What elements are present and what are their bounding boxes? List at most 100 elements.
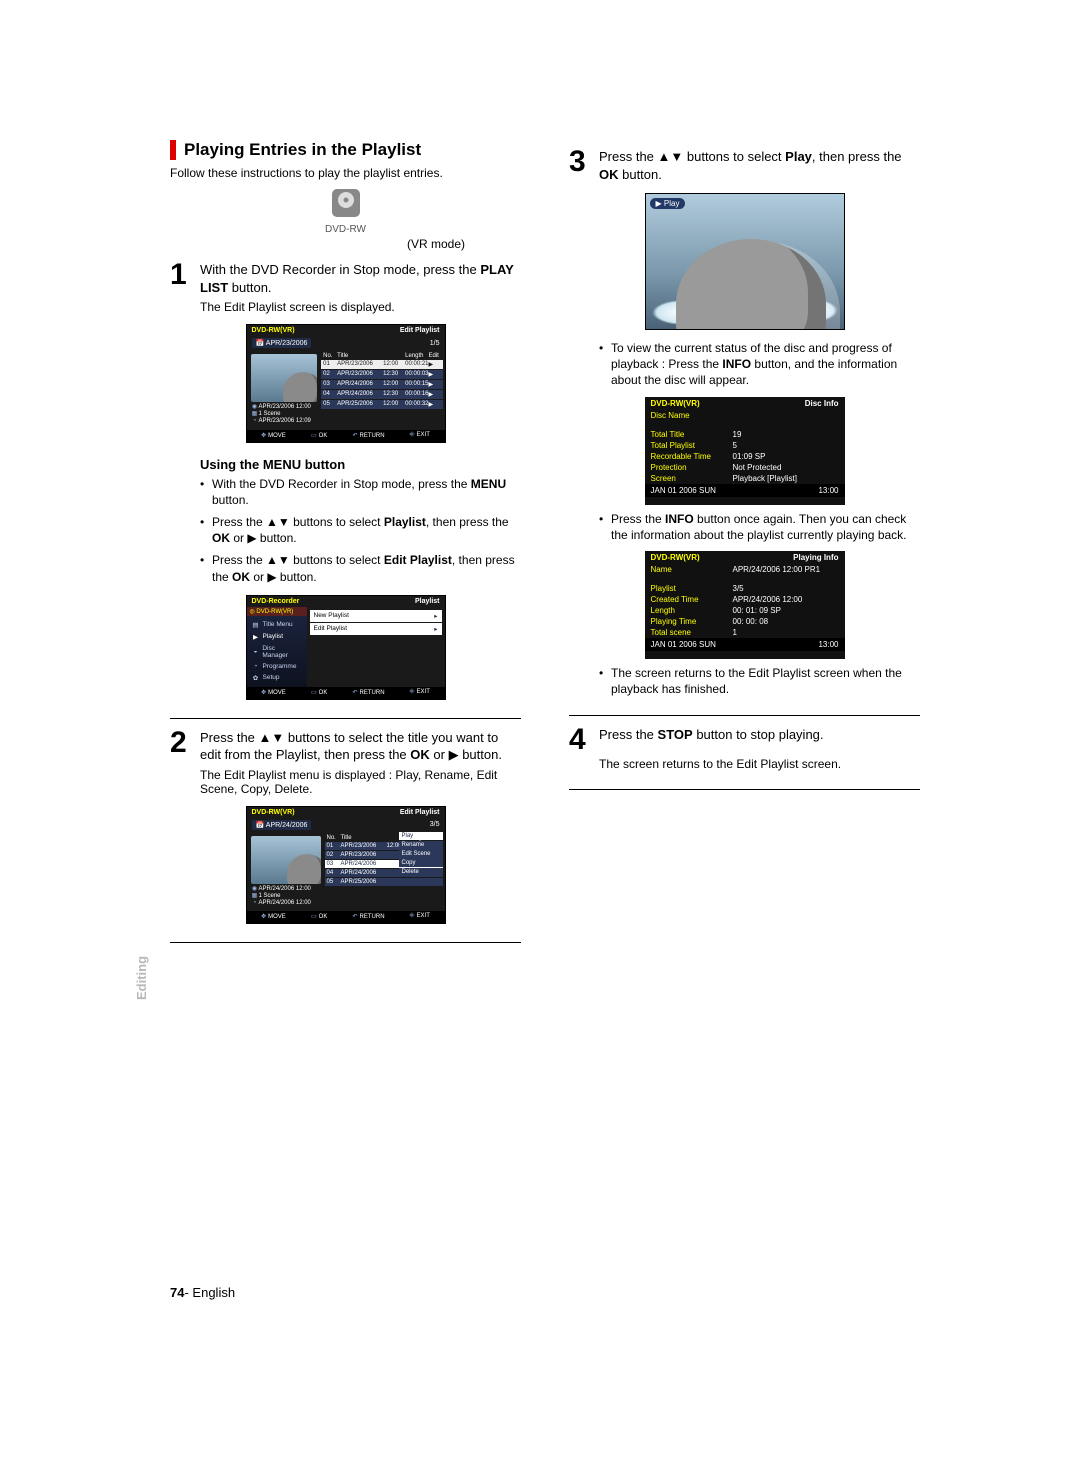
di-k: Total Title: [651, 430, 733, 439]
move-icon: ✥: [261, 433, 266, 439]
th-title: Title: [337, 353, 383, 359]
playing-info-panel: DVD-RW(VR)Playing Info NameAPR/24/2006 1…: [645, 551, 845, 659]
divider: [170, 718, 521, 719]
pi-v: APR/24/2006 12:00: [733, 595, 839, 604]
t: OK: [599, 167, 619, 182]
step-2-sub: The Edit Playlist menu is displayed : Pl…: [200, 768, 521, 796]
playlist-icon: ▶: [252, 633, 260, 641]
step-4: 4 Press the STOP button to stop playing.: [569, 726, 920, 753]
up-down-icon: ▲▼: [266, 515, 290, 529]
calendar-icon: 📅: [256, 340, 265, 347]
pi-v: APR/24/2006 12:00 PR1: [733, 565, 839, 574]
pi-k: Total scene: [651, 628, 733, 637]
ftr-exit: EXIT: [417, 689, 430, 695]
left-column: Playing Entries in the Playlist Follow t…: [170, 140, 521, 953]
t: button.: [619, 167, 662, 182]
page-lang: English: [192, 1285, 235, 1300]
menu-item: Setup: [263, 674, 280, 681]
ctx-item: Delete: [399, 868, 443, 876]
disc-info-panel: DVD-RW(VR)Disc Info Disc Name Total Titl…: [645, 397, 845, 505]
step3-bullet-1: To view the current status of the disc a…: [599, 340, 920, 389]
menu-item: Title Menu: [263, 621, 293, 628]
t: Press the: [599, 727, 658, 742]
return-icon: ↶: [353, 433, 358, 439]
play-icon: ▶: [267, 570, 276, 584]
programme-icon: ◔: [252, 663, 260, 670]
pop-row: Edit Playlist▸: [310, 623, 442, 635]
osd-title: DVD-RW(VR): [252, 327, 295, 334]
pop-row: New Playlist▸: [310, 610, 442, 622]
ftr-return: RETURN: [360, 433, 385, 439]
edit-playlist-ctx-shot: DVD-RW(VR)Edit Playlist 📅 APR/24/20063/5…: [246, 806, 446, 925]
disc-rw-label: DVD-RW: [170, 224, 521, 235]
t: button to stop playing.: [693, 727, 824, 742]
thumbnail-image: [251, 354, 318, 402]
di-k: Recordable Time: [651, 452, 733, 461]
t: button.: [459, 747, 502, 762]
ok-icon: ▭: [311, 433, 317, 439]
play-icon: ▶: [247, 531, 256, 545]
osd-counter: 1/5: [430, 340, 440, 347]
pi-k: Name: [651, 565, 733, 574]
t: Press the: [200, 730, 259, 745]
step-1-text-c: button.: [228, 280, 271, 295]
disc-rw-icon: DVD-RW: [170, 188, 521, 235]
di-v: [733, 411, 839, 420]
ftr: EXIT: [417, 913, 430, 919]
right-column: 3 Press the ▲▼ buttons to select Play, t…: [569, 140, 920, 953]
list-row: 01APR/23/200612:0000:00:21▶: [321, 360, 442, 369]
list-row: 05APR/25/200612:0000:00:32▶: [321, 400, 442, 409]
di-v: Not Protected: [733, 463, 839, 472]
list-row: 03APR/24/200612:0000:00:15▶: [321, 380, 442, 389]
edit-playlist-shot: DVD-RW(VR)Edit Playlist 📅 APR/23/20061/5…: [246, 324, 446, 443]
up-down-icon: ▲▼: [259, 730, 285, 745]
meta-scene: 1 Scene: [259, 893, 281, 899]
ftr-move: MOVE: [268, 690, 286, 696]
ftr-return: RETURN: [360, 690, 385, 696]
meta-scene: 1 Scene: [259, 411, 281, 417]
osd-title: DVD-Recorder: [252, 598, 300, 605]
divider: [569, 789, 920, 790]
pi-k: Playlist: [651, 584, 733, 593]
menu-subheading: Using the MENU button: [200, 457, 521, 472]
playback-shot: ▶ Play: [645, 193, 845, 330]
ftr-exit: EXIT: [417, 432, 430, 438]
setup-icon: ✿: [252, 674, 260, 682]
ftr: MOVE: [268, 914, 286, 920]
step-1-num: 1: [170, 261, 192, 296]
di-v: Playback [Playlist]: [733, 474, 839, 483]
step-4-num: 4: [569, 726, 591, 753]
play-badge: ▶ Play: [650, 198, 686, 209]
step-3-num: 3: [569, 148, 591, 183]
di-v: 5: [733, 441, 839, 450]
th-edit: Edit: [429, 353, 441, 359]
exit-icon: ⎆: [410, 913, 415, 919]
pi-v: 1: [733, 628, 839, 637]
di-v: 19: [733, 430, 839, 439]
pi-mode: Playing Info: [793, 553, 838, 562]
up-down-icon: ▲▼: [266, 553, 290, 567]
ftr-ok: OK: [319, 690, 328, 696]
step-2: 2 Press the ▲▼ buttons to select the tit…: [170, 729, 521, 764]
divider: [170, 942, 521, 943]
scene-icon: ▦: [251, 411, 259, 418]
exit-icon: ⎆: [410, 432, 415, 438]
th-length: Length: [405, 353, 428, 359]
playlist-menu-shot: DVD-RecorderPlaylist ◎ DVD-RW(VR) ▤Title…: [246, 595, 446, 700]
osd-date: APR/24/2006: [266, 822, 308, 829]
osd-mode: Playlist: [415, 598, 440, 605]
clock-icon: ◔: [251, 900, 259, 907]
osd-mode: Edit Playlist: [400, 327, 440, 334]
pi-date: JAN 01 2006 SUN: [651, 640, 716, 649]
di-date: JAN 01 2006 SUN: [651, 486, 716, 495]
di-k: Disc Name: [651, 411, 733, 420]
di-k: Protection: [651, 463, 733, 472]
section-intro: Follow these instructions to play the pl…: [170, 166, 521, 180]
step-1-text-a: With the DVD Recorder in Stop mode, pres…: [200, 262, 480, 277]
play-icon: ▶: [449, 747, 459, 762]
di-time: 13:00: [818, 486, 838, 495]
disc-mgr-icon: ◒: [252, 648, 260, 655]
t: STOP: [658, 727, 693, 742]
vr-mode-label: (VR mode): [170, 237, 465, 251]
step-4-sub: The screen returns to the Edit Playlist …: [599, 757, 920, 771]
